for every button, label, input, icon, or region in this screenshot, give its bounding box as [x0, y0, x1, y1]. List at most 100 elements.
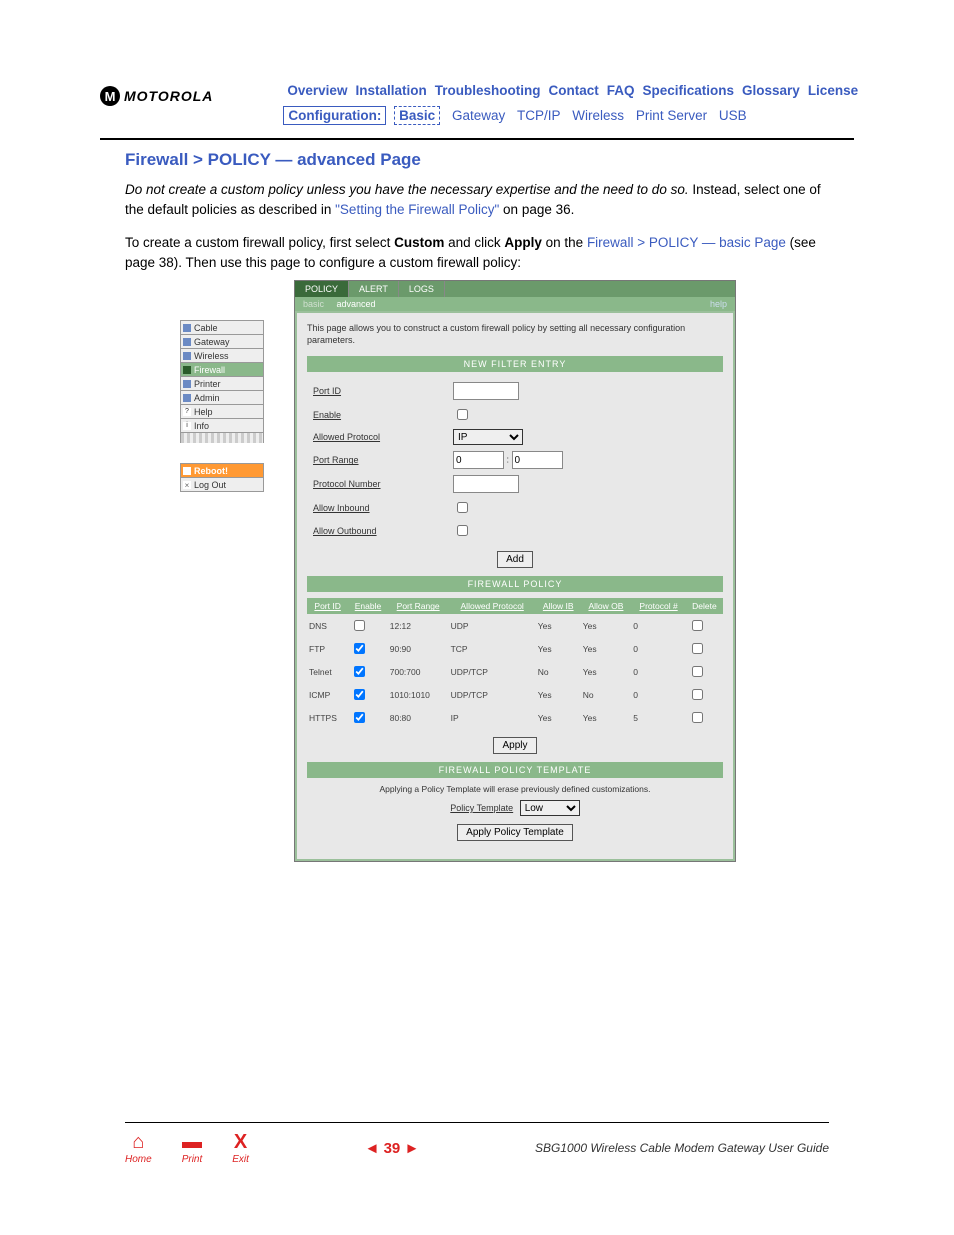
sidenav-item[interactable]: Admin — [180, 390, 264, 404]
tab-logs[interactable]: LOGS — [399, 281, 445, 297]
prev-page-icon[interactable]: ◄ — [365, 1140, 380, 1157]
print-button[interactable]: ▬Print — [182, 1131, 203, 1165]
add-button[interactable]: Add — [497, 551, 533, 568]
nav-link[interactable]: FAQ — [607, 83, 635, 98]
protocol-number-input[interactable] — [453, 475, 519, 493]
delete-row-checkbox[interactable] — [692, 666, 703, 677]
panel-description: This page allows you to construct a cust… — [307, 323, 723, 346]
page-number: 39 — [384, 1140, 401, 1157]
port-id-input[interactable] — [453, 382, 519, 400]
exit-icon: X — [232, 1131, 249, 1154]
delete-row-checkbox[interactable] — [692, 620, 703, 631]
protocol-number-label: Protocol Number — [309, 473, 447, 495]
config-nav-link[interactable]: Print Server — [636, 108, 707, 123]
port-range-start[interactable] — [453, 451, 504, 469]
exit-button[interactable]: XExit — [232, 1131, 249, 1165]
intro-paragraph-1: Do not create a custom policy unless you… — [125, 180, 829, 221]
page-title: Firewall > POLICY — advanced Page — [125, 150, 829, 170]
configuration-label: Configuration: — [283, 106, 386, 125]
nav-icon: i — [183, 422, 191, 430]
intro-paragraph-2: To create a custom firewall policy, firs… — [125, 233, 829, 274]
allow-outbound-label: Allow Outbound — [309, 520, 447, 541]
nav-link[interactable]: Troubleshooting — [435, 83, 541, 98]
config-nav-link[interactable]: Basic — [394, 106, 440, 125]
config-nav-link[interactable]: Gateway — [452, 108, 505, 123]
side-nav: CableGatewayWirelessFirewallPrinterAdmin… — [180, 320, 264, 862]
basic-page-link[interactable]: Firewall > POLICY — basic Page — [587, 235, 786, 250]
port-range-label: Port Range — [309, 449, 447, 471]
logo-icon: M — [100, 86, 120, 106]
subtab-basic[interactable]: basic — [303, 299, 324, 309]
nav-icon — [183, 338, 191, 346]
config-nav-link[interactable]: USB — [719, 108, 747, 123]
config-nav-link[interactable]: TCP/IP — [517, 108, 561, 123]
delete-row-checkbox[interactable] — [692, 643, 703, 654]
port-range-end[interactable] — [512, 451, 563, 469]
allow-outbound-checkbox[interactable] — [457, 525, 468, 536]
nav-link[interactable]: License — [808, 83, 858, 98]
template-header: FIREWALL POLICY TEMPLATE — [307, 762, 723, 778]
enable-row-checkbox[interactable] — [354, 620, 365, 631]
next-page-icon[interactable]: ► — [404, 1140, 419, 1157]
nav-icon: ? — [183, 408, 191, 416]
config-nav-link[interactable]: Wireless — [572, 108, 624, 123]
table-row: FTP90:90TCPYesYes0 — [307, 637, 723, 660]
port-id-label: Port ID — [309, 380, 447, 402]
delete-row-checkbox[interactable] — [692, 712, 703, 723]
policy-table: Port IDEnablePort RangeAllowed ProtocolA… — [307, 598, 723, 729]
policy-col-header: Allowed Protocol — [449, 598, 536, 614]
sidenav-item[interactable]: Gateway — [180, 334, 264, 348]
allowed-protocol-label: Allowed Protocol — [309, 427, 447, 447]
policy-template-select[interactable]: Low — [520, 800, 580, 816]
tab-policy[interactable]: POLICY — [295, 281, 349, 297]
template-note: Applying a Policy Template will erase pr… — [307, 784, 723, 794]
home-icon: ⌂ — [125, 1131, 152, 1154]
enable-row-checkbox[interactable] — [354, 712, 365, 723]
table-row: HTTPS80:80IPYesYes5 — [307, 706, 723, 729]
motorola-logo: M MOTOROLA — [100, 86, 213, 106]
home-button[interactable]: ⌂Home — [125, 1131, 152, 1165]
setting-firewall-link[interactable]: "Setting the Firewall Policy" — [335, 202, 499, 217]
nav-link[interactable]: Glossary — [742, 83, 800, 98]
nav-icon — [183, 324, 191, 332]
table-row: Telnet700:700UDP/TCPNoYes0 — [307, 660, 723, 683]
nav-icon — [183, 366, 191, 374]
enable-row-checkbox[interactable] — [354, 689, 365, 700]
sidenav-item[interactable]: Cable — [180, 320, 264, 334]
guide-title: SBG1000 Wireless Cable Modem Gateway Use… — [535, 1141, 829, 1155]
nav-link[interactable]: Installation — [355, 83, 426, 98]
apply-button[interactable]: Apply — [493, 737, 536, 754]
firewall-config-panel: POLICYALERTLOGS basic advanced help This… — [294, 280, 736, 862]
nav-icon — [183, 352, 191, 360]
policy-col-header: Port ID — [307, 598, 348, 614]
sidenav-item[interactable]: ?Help — [180, 404, 264, 418]
print-icon: ▬ — [182, 1131, 203, 1154]
policy-col-header: Allow IB — [536, 598, 581, 614]
logout-button[interactable]: ×Log Out — [180, 477, 264, 492]
enable-label: Enable — [309, 404, 447, 425]
protocol-select[interactable]: IP — [453, 429, 523, 445]
sidenav-item[interactable]: Wireless — [180, 348, 264, 362]
apply-template-button[interactable]: Apply Policy Template — [457, 824, 573, 841]
help-link[interactable]: help — [710, 299, 727, 309]
sidenav-item[interactable]: Printer — [180, 376, 264, 390]
logout-icon: × — [183, 481, 191, 489]
table-row: ICMP1010:1010UDP/TCPYesNo0 — [307, 683, 723, 706]
reboot-button[interactable]: Reboot! — [180, 463, 264, 477]
nav-link[interactable]: Overview — [287, 83, 347, 98]
nav-link[interactable]: Specifications — [642, 83, 734, 98]
new-filter-header: NEW FILTER ENTRY — [307, 356, 723, 372]
enable-row-checkbox[interactable] — [354, 666, 365, 677]
tab-alert[interactable]: ALERT — [349, 281, 399, 297]
subtab-advanced[interactable]: advanced — [337, 299, 376, 309]
policy-template-label: Policy Template — [450, 803, 513, 813]
enable-checkbox[interactable] — [457, 409, 468, 420]
enable-row-checkbox[interactable] — [354, 643, 365, 654]
policy-col-header: Delete — [686, 598, 723, 614]
page-nav: ◄ 39 ► — [249, 1140, 535, 1157]
sidenav-item[interactable]: iInfo — [180, 418, 264, 433]
delete-row-checkbox[interactable] — [692, 689, 703, 700]
allow-inbound-checkbox[interactable] — [457, 502, 468, 513]
sidenav-item[interactable]: Firewall — [180, 362, 264, 376]
nav-link[interactable]: Contact — [548, 83, 598, 98]
